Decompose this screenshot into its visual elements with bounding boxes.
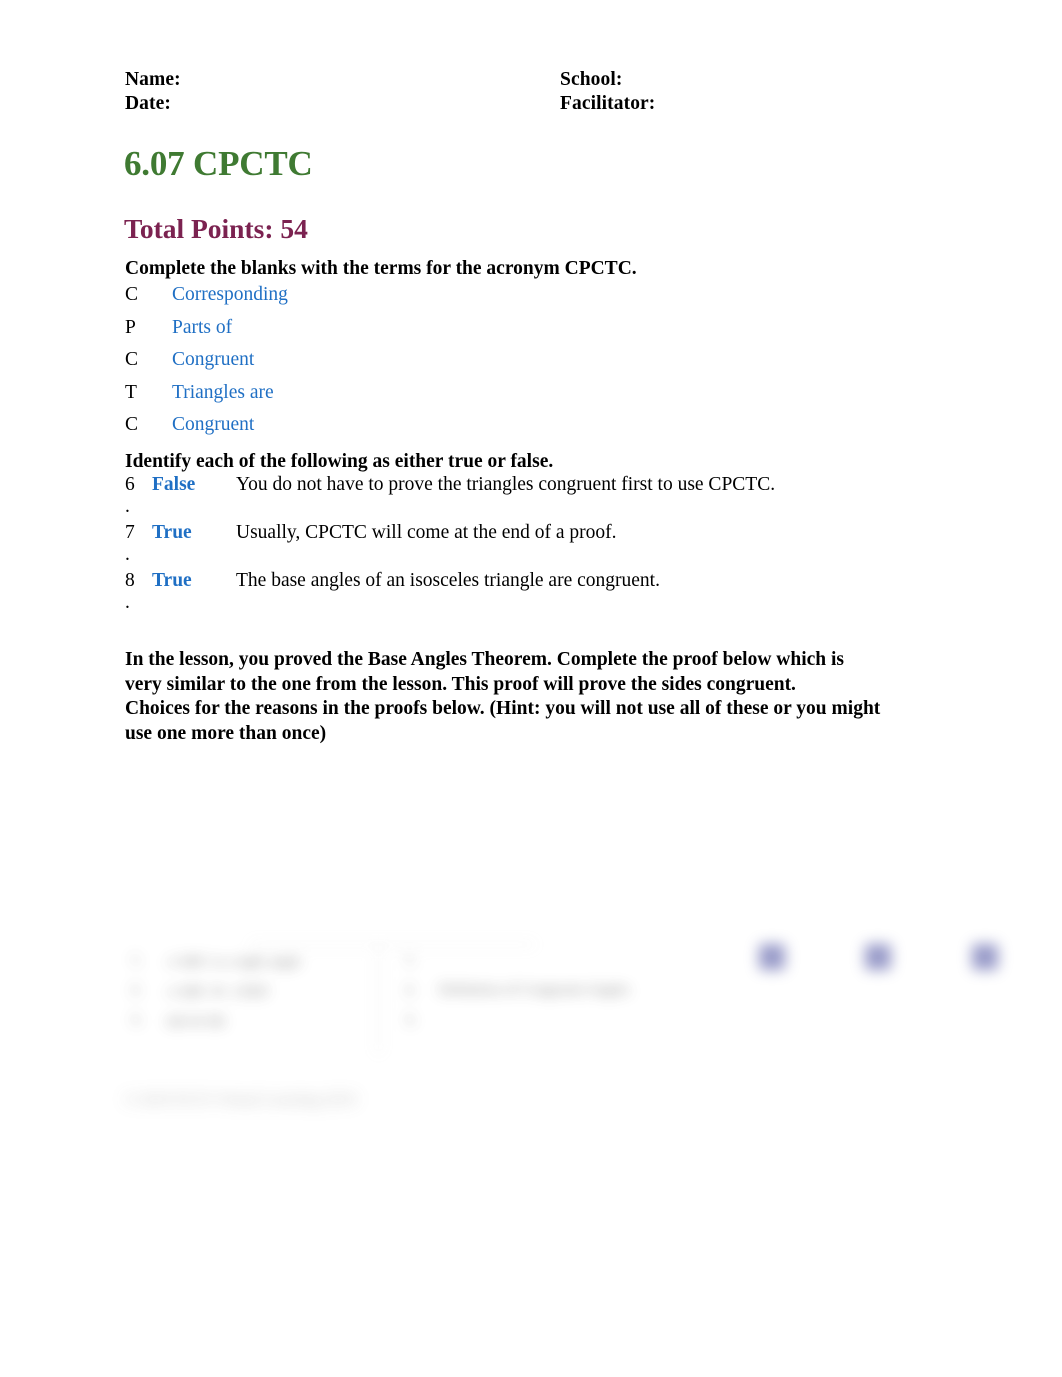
statement-text: ∠ABC is a right angle xyxy=(165,954,301,970)
proof-instructions-line-2: very similar to the one from the lesson.… xyxy=(125,673,796,695)
acronym-letter: P xyxy=(125,316,136,338)
blue-mark-icon xyxy=(972,944,998,970)
table-row: 1. ∠ABC is a right angle 1. xyxy=(125,948,735,978)
list-item: T Triangles are xyxy=(125,382,975,415)
statement-number: 1. xyxy=(131,952,143,968)
date-label: Date: xyxy=(125,93,171,114)
lesson-title: 6.07 CPCTC xyxy=(124,144,313,183)
facilitator-label: Facilitator: xyxy=(560,93,656,114)
reason-number: 3. xyxy=(405,1012,417,1028)
reason-text xyxy=(433,948,735,978)
proof-instructions-line-3: Choices for the reasons in the proofs be… xyxy=(125,698,881,719)
statement-text: AB ≅ DE xyxy=(165,1014,226,1030)
true-false-answer[interactable]: True xyxy=(152,570,236,592)
true-false-statement: The base angles of an isosceles triangle… xyxy=(236,569,660,591)
true-false-instruction: Identify each of the following as either… xyxy=(125,450,554,472)
blue-mark-icon xyxy=(759,944,785,970)
true-false-answer[interactable]: False xyxy=(152,474,236,496)
statement-text: ∠ABC ≅ ∠DEF xyxy=(165,984,270,1000)
acronym-letter: C xyxy=(125,284,139,305)
statement-number: 3. xyxy=(131,1012,143,1028)
acronym-letter: C xyxy=(125,414,139,435)
school-label: School: xyxy=(560,69,623,90)
item-number-period: . xyxy=(125,543,130,565)
true-false-answer[interactable]: True xyxy=(152,522,236,544)
worksheet-body: Complete the blanks with the terms for t… xyxy=(125,256,975,618)
header-fields: Name: School: Date: Facilitator: xyxy=(125,68,945,116)
page-footer: © 2019 FLVS Virtual Learning 2019 xyxy=(125,1092,356,1108)
reason-number: 1. xyxy=(405,952,417,968)
reason-text: Definition of Congruent Angles xyxy=(439,982,630,998)
table-row: 2. ∠ABC ≅ ∠DEF 2. Definition of Congruen… xyxy=(125,978,735,1008)
acronym-answer[interactable]: Congruent xyxy=(172,349,254,371)
item-number: 6 xyxy=(125,473,135,495)
acronym-answer[interactable]: Parts of xyxy=(172,317,232,339)
true-false-row: 6 False You do not have to prove the tri… xyxy=(125,474,975,500)
proof-instructions: In the lesson, you proved the Base Angle… xyxy=(125,648,955,746)
table-top-rule xyxy=(250,944,535,945)
acronym-answer[interactable]: Triangles are xyxy=(172,382,274,404)
proof-instructions-line-1: In the lesson, you proved the Base Angle… xyxy=(125,649,845,670)
obscured-content-region: 1. ∠ABC is a right angle 1. 2. ∠ABC ≅ ∠D… xyxy=(0,930,1062,1160)
item-number: 7 xyxy=(125,521,135,543)
acronym-answer[interactable]: Corresponding xyxy=(172,284,288,306)
table-row: 3. AB ≅ DE 3. xyxy=(125,1008,735,1038)
header-row-name: Name: School: xyxy=(125,68,945,92)
statement-number: 2. xyxy=(131,982,143,998)
item-number: 8 xyxy=(125,569,135,591)
list-item: 7 True Usually, CPCTC will come at the e… xyxy=(125,522,975,570)
blue-mark-icon xyxy=(865,944,891,970)
blue-marks-group xyxy=(745,944,1045,978)
total-points-heading: Total Points: 54 xyxy=(124,213,308,244)
acronym-answer[interactable]: Congruent xyxy=(172,414,254,436)
list-item: 6 False You do not have to prove the tri… xyxy=(125,474,975,522)
header-row-date: Date: Facilitator: xyxy=(125,92,945,116)
proof-instructions-line-4: use one more than once) xyxy=(125,722,327,744)
acronym-letter: T xyxy=(125,381,137,403)
acronym-letter: C xyxy=(125,349,139,370)
list-item: C Congruent xyxy=(125,349,975,382)
acronym-instruction: Complete the blanks with the terms for t… xyxy=(125,258,637,279)
acronym-list: C Corresponding P Parts of C Congruent T… xyxy=(125,284,975,447)
item-number-period: . xyxy=(125,495,130,517)
true-false-row: 8 True The base angles of an isosceles t… xyxy=(125,570,975,596)
true-false-row: 7 True Usually, CPCTC will come at the e… xyxy=(125,522,975,548)
true-false-list: 6 False You do not have to prove the tri… xyxy=(125,474,975,618)
true-false-statement: Usually, CPCTC will come at the end of a… xyxy=(236,521,617,543)
true-false-statement: You do not have to prove the triangles c… xyxy=(236,473,776,495)
item-number-period: . xyxy=(125,591,130,613)
list-item: 8 True The base angles of an isosceles t… xyxy=(125,570,975,618)
statements-reasons-table: 1. ∠ABC is a right angle 1. 2. ∠ABC ≅ ∠D… xyxy=(125,948,735,1038)
name-label: Name: xyxy=(125,69,181,90)
list-item: C Congruent xyxy=(125,414,975,447)
reason-text xyxy=(433,1008,735,1038)
reason-number: 2. xyxy=(405,982,417,998)
list-item: P Parts of xyxy=(125,317,975,350)
document-page: Name: School: Date: Facilitator: 6.07 CP… xyxy=(0,0,1062,1377)
list-item: C Corresponding xyxy=(125,284,975,317)
